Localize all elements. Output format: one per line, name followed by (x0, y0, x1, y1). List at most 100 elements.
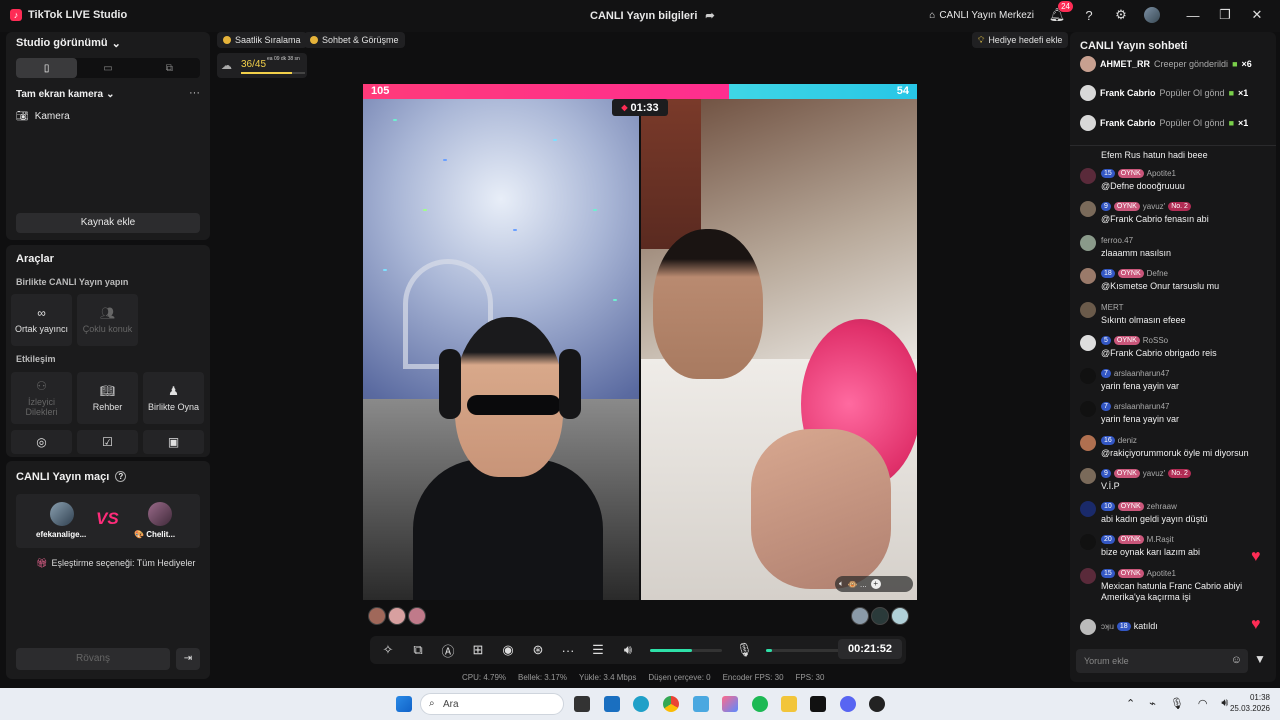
chat-message[interactable]: 7 arslaanharun47 yarin fena yayin var (1080, 368, 1270, 398)
mic-slider[interactable] (766, 648, 844, 652)
outlook-icon[interactable] (604, 696, 620, 712)
chat-message[interactable]: 7 arslaanharun47 yarin fena yayin var (1080, 401, 1270, 431)
live-info-button[interactable]: CANLI Yayın bilgileri ➦ (590, 9, 715, 23)
landscape-option[interactable]: ▭ (77, 58, 138, 78)
maximize-icon[interactable]: ❐ (1216, 6, 1234, 24)
tool-tile[interactable]: ▣ (143, 430, 204, 454)
portrait-option[interactable]: ▯ (16, 58, 78, 78)
emoji-icon[interactable]: ☺ (1231, 654, 1242, 666)
cohost-tile[interactable]: ∞ Ortak yayıncı (11, 294, 72, 346)
help-icon[interactable]: ? (1080, 6, 1098, 24)
opponent-controls[interactable]: 🔈︎ 🐵 ... + (835, 576, 913, 592)
clock[interactable]: 01:38 25.03.2026 (1228, 693, 1270, 713)
supporter-avatar[interactable] (388, 607, 406, 625)
chat-message[interactable]: 15 OYNK Apotite1 @Defne doooğruuuu (1080, 168, 1270, 198)
right-supporters (851, 607, 909, 625)
windows-taskbar: ⌕ Ara ⌃ ⌁ 🎙︎ ◠ 🔊︎ 01:38 25.03.2026 (0, 688, 1280, 720)
mute-icon[interactable]: 🔈︎ (839, 579, 844, 589)
user-avatar (1080, 401, 1096, 417)
rematch-button[interactable]: Rövanş (16, 648, 170, 670)
microphone-icon[interactable]: 🎙︎ (736, 642, 753, 658)
chat-username: ferroo.47 (1101, 236, 1134, 245)
chat-message[interactable]: 5 OYNK RoSSo @Frank Cabrio obrigado reis (1080, 335, 1270, 365)
more-icon[interactable]: ··· (189, 87, 200, 99)
live-center-button[interactable]: ⌂ CANLI Yayın Merkezi (929, 10, 1034, 21)
magic-wand-icon[interactable]: ✧ (380, 642, 396, 658)
ai-icon[interactable]: Ⓐ (440, 641, 456, 660)
control-bar: ✧ ⧉ Ⓐ ⊞ ◉ ⊛ ··· ☰ 🔊︎ 🎙︎ 00:21:52 (370, 636, 906, 664)
chat-message[interactable]: 9 OYNK yavuz' No. 2 @Frank Cabrio fenasın ab… (1080, 201, 1270, 231)
chat-message[interactable]: MERT Sıkıntı olmasın efeee (1080, 302, 1270, 332)
network-icon[interactable]: ⌁ (1149, 697, 1156, 710)
chat-meet-chip[interactable]: Sohbet & Görüşme (304, 32, 405, 48)
folder-icon[interactable] (781, 696, 797, 712)
tool-tile[interactable]: ◎ (11, 430, 72, 454)
add-source-button[interactable]: Kaynak ekle (16, 213, 200, 233)
source-camera[interactable]: 📷︎ Kamera (16, 111, 70, 122)
studio-view-dropdown[interactable]: Studio görünümü ⌄ (16, 37, 121, 50)
guide-tile[interactable]: 📖︎ Rehber (77, 372, 138, 424)
gift-goal-chip[interactable]: 💡︎ Hediye hedefi ekle (972, 32, 1069, 48)
app-icon[interactable] (869, 696, 885, 712)
chat-message[interactable]: 16 deniz @rakiçiyorummoruk öyle mi diyorsu… (1080, 435, 1270, 465)
tiktok-icon[interactable] (810, 696, 826, 712)
sunglasses (467, 395, 561, 415)
chat-message[interactable]: 18 OYNK Defne @Kısmetse Onur tarsuslu mu (1080, 268, 1270, 298)
minimize-icon[interactable]: — (1184, 6, 1202, 24)
gift-icon: ■ (1232, 59, 1238, 69)
record-icon[interactable]: ◉ (500, 642, 516, 658)
start-icon[interactable] (396, 696, 412, 712)
chrome-icon[interactable] (663, 696, 679, 712)
info-icon[interactable]: ? (115, 471, 127, 482)
multi-guest-tile[interactable]: 👥︎ Çoklu konuk (77, 294, 138, 346)
supporter-avatar[interactable] (871, 607, 889, 625)
chat-message[interactable]: ferroo.47 zlaaamm nasılsın (1080, 235, 1270, 265)
wifi-icon[interactable]: ◠ (1198, 697, 1208, 710)
dual-option[interactable]: ⧉ (139, 58, 200, 78)
sliders-icon[interactable]: ☰ (590, 642, 606, 658)
more-icon[interactable]: ··· (560, 643, 576, 658)
chat-message[interactable]: 15 OYNK Apotite1 Mexican hatunla Franc Cabr… (1080, 568, 1270, 602)
progress-widget: ☁ 36/45 ea 09 dk 38 sn (217, 53, 307, 78)
add-icon[interactable]: + (870, 579, 881, 589)
play-together-tile[interactable]: ♟ Birlikte Oyna (143, 372, 204, 424)
task-view-icon[interactable] (574, 696, 590, 712)
volume-icon[interactable]: 🔊︎ (620, 642, 636, 658)
viewer-wishes-tile[interactable]: ⚇ İzleyici Dilekleri (11, 372, 72, 424)
user-avatar (1080, 501, 1096, 517)
app-icon[interactable] (693, 696, 709, 712)
tool-tile[interactable]: ☑ (77, 430, 138, 454)
live-chat-panel: CANLI Yayın sohbeti AHMET_RR Creeper gönd… (1070, 32, 1276, 682)
edge-icon[interactable] (633, 696, 649, 712)
match-option[interactable]: 🎁︎ Eşleştirme seçeneği: Tüm Hediyeler (36, 558, 195, 569)
supporter-avatar[interactable] (891, 607, 909, 625)
volume-slider[interactable] (650, 648, 722, 652)
screen-icon[interactable]: ⊞ (470, 642, 486, 658)
supporter-avatar[interactable] (368, 607, 386, 625)
tools-title: Araçlar (16, 253, 54, 265)
copilot-icon[interactable] (722, 696, 738, 712)
gear-icon[interactable]: ⚙ (1112, 6, 1130, 24)
taskbar-search[interactable]: ⌕ Ara (420, 693, 564, 715)
chat-message[interactable]: 20 OYNK M.Raşit bize oynak karı lazım abi (1080, 534, 1270, 564)
discord-icon[interactable] (840, 696, 856, 712)
target-icon[interactable]: ⊛ (530, 642, 546, 658)
chat-message[interactable]: 9 OYNK yavuz' No. 2 V.İ.P (1080, 468, 1270, 498)
hourly-ranking-chip[interactable]: Saatlik Sıralama (217, 32, 307, 48)
scene-dropdown[interactable]: Tam ekran kamera ⌄ (16, 89, 114, 100)
exit-match-icon[interactable]: ⇥ (176, 648, 200, 670)
chat-message[interactable]: 10 OYNK zehraaw abi kadın geldi yayın düştü (1080, 501, 1270, 531)
player2-name: 🎨 Chelit... (134, 530, 176, 539)
profile-avatar[interactable] (1144, 7, 1160, 23)
chevron-up-icon[interactable]: ⌃ (1126, 697, 1135, 710)
supporter-avatar[interactable] (408, 607, 426, 625)
opponent-head (653, 229, 763, 379)
bell-icon[interactable]: 🔔︎ 24 (1048, 1, 1073, 24)
comment-input[interactable]: Yorum ekle ☺ (1076, 649, 1248, 673)
close-icon[interactable]: ✕ (1248, 6, 1266, 24)
filter-icon[interactable]: ▼ (1254, 652, 1266, 666)
microphone-icon[interactable]: 🎙︎ (1170, 697, 1184, 710)
spotify-icon[interactable] (752, 696, 768, 712)
supporter-avatar[interactable] (851, 607, 869, 625)
effects-icon[interactable]: ⧉ (410, 642, 426, 658)
